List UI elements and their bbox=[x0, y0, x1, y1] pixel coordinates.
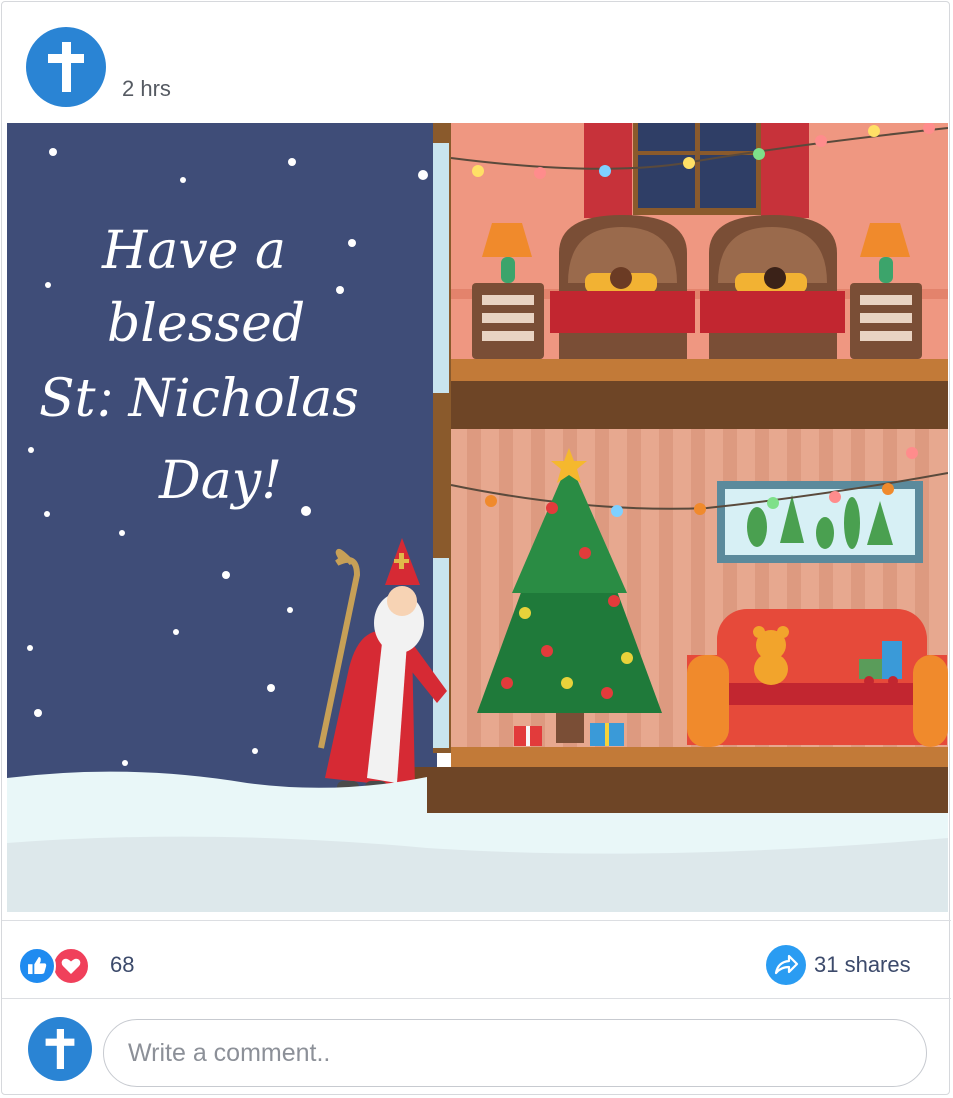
reaction-count[interactable]: 68 bbox=[110, 952, 134, 978]
cross-icon bbox=[48, 42, 84, 92]
comment-input[interactable] bbox=[103, 1019, 927, 1087]
divider-bottom bbox=[2, 998, 951, 999]
post-card: 2 hrs Have a blessed St. Nicholas Day! 6… bbox=[1, 1, 951, 1095]
greeting-line-2: blessed bbox=[107, 294, 305, 354]
sofa bbox=[687, 609, 948, 747]
page-avatar[interactable] bbox=[26, 27, 106, 107]
post-timestamp[interactable]: 2 hrs bbox=[122, 76, 171, 102]
greeting-line-1: Have a bbox=[101, 221, 286, 281]
like-icon bbox=[18, 947, 56, 985]
divider-top bbox=[2, 920, 951, 921]
commenter-avatar[interactable] bbox=[28, 1017, 92, 1081]
share-count[interactable]: 31 shares bbox=[814, 952, 911, 978]
greeting-line-4: Day! bbox=[158, 451, 282, 511]
st-nicholas-illustration: Have a blessed St. Nicholas Day! bbox=[7, 123, 948, 912]
love-icon bbox=[52, 947, 90, 985]
share-icon[interactable] bbox=[766, 945, 806, 985]
cross-icon bbox=[45, 1029, 75, 1069]
post-image[interactable]: Have a blessed St. Nicholas Day! bbox=[7, 123, 948, 912]
reactions-summary[interactable] bbox=[18, 947, 98, 985]
greeting-line-3: St. Nicholas bbox=[39, 369, 359, 429]
